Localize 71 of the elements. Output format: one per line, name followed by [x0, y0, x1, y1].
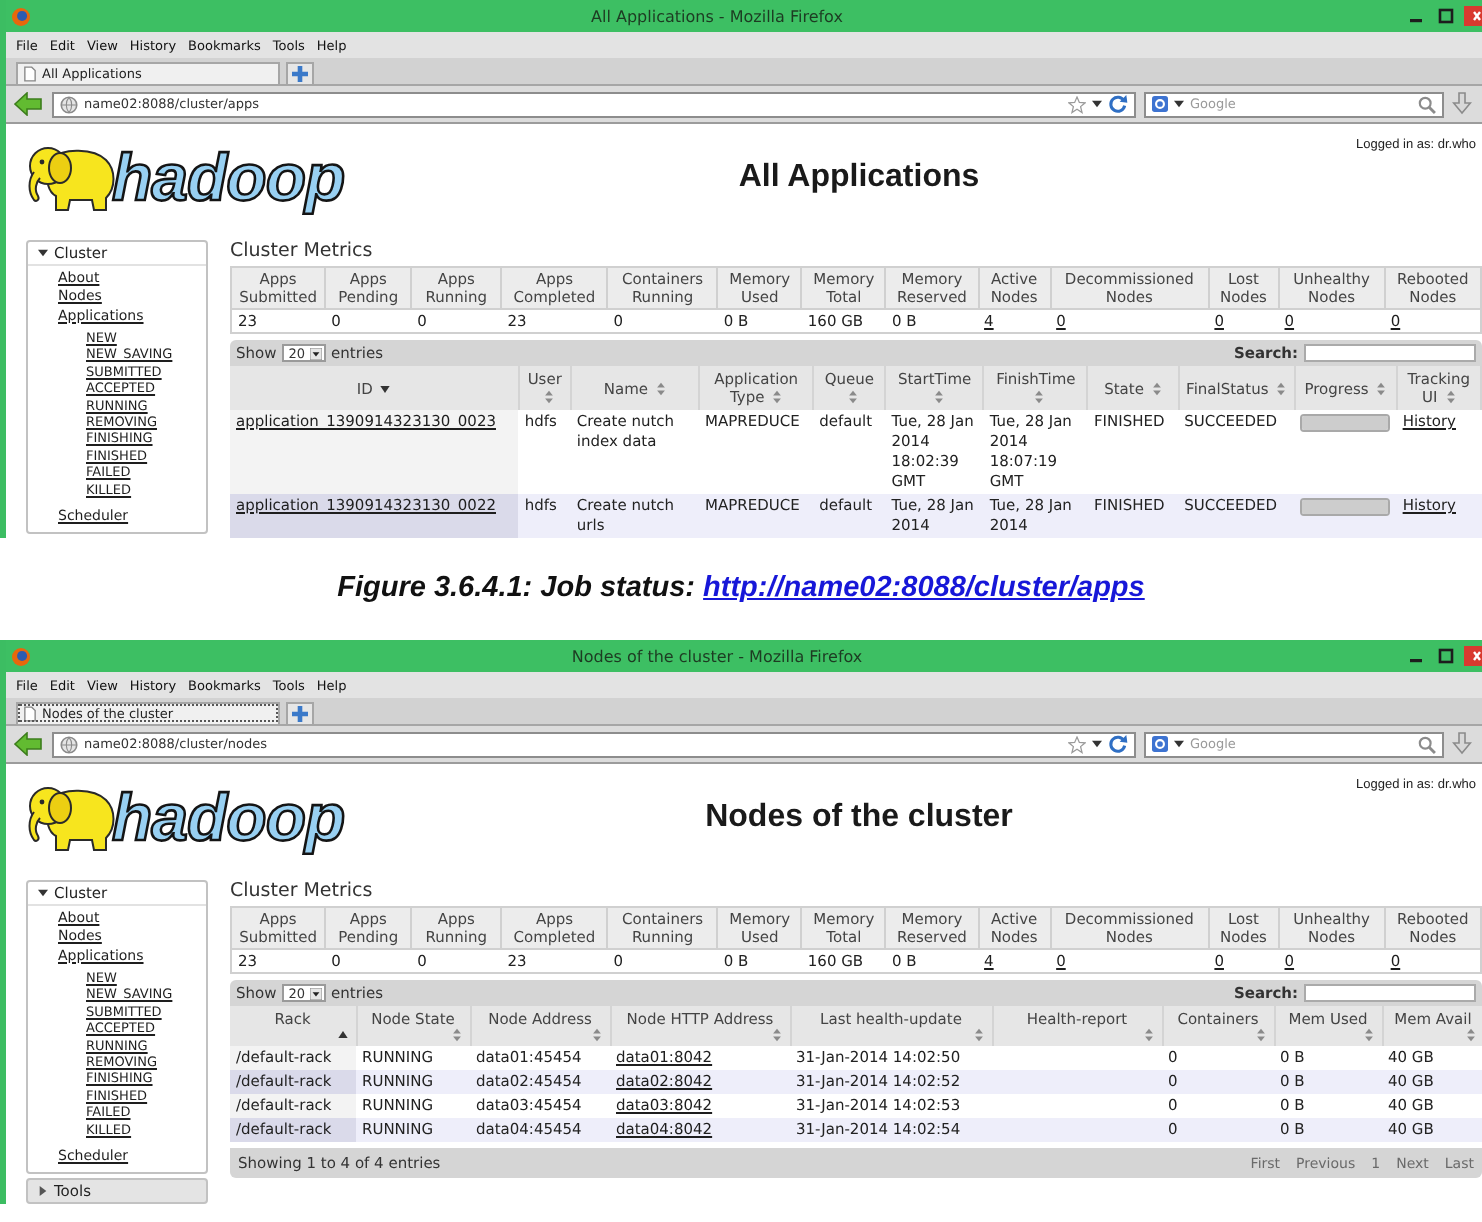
- sort-icon: [1363, 1028, 1373, 1042]
- sort-icon: [1276, 381, 1287, 396]
- sort-icon: [543, 390, 554, 405]
- search-icon[interactable]: [1418, 735, 1436, 753]
- page-icon: [24, 66, 36, 82]
- caret-icon: [309, 987, 322, 999]
- window-title: Nodes of the cluster - Mozilla Firefox: [569, 647, 865, 665]
- search-engine-icon[interactable]: [1152, 736, 1168, 752]
- download-button[interactable]: [1452, 730, 1476, 758]
- star-icon[interactable]: [1068, 95, 1086, 113]
- sort-icon: [973, 1028, 983, 1042]
- sort-icon: [1151, 381, 1162, 396]
- sort-descending-icon: [380, 381, 391, 396]
- circular-arrow-icon[interactable]: [1108, 734, 1128, 754]
- sort-icon: [1255, 1028, 1265, 1042]
- sort-icon: [771, 1028, 781, 1042]
- down-arrow-icon: [1452, 732, 1472, 756]
- page-heading: Nodes of the cluster: [703, 799, 1015, 835]
- new-tab-button[interactable]: [286, 702, 314, 724]
- sort-icon: [451, 1028, 461, 1042]
- caret-icon: [309, 347, 322, 359]
- search-engine-icon[interactable]: [1152, 96, 1168, 112]
- caret-right-icon: [38, 1186, 48, 1197]
- left-arrow-icon: [14, 92, 42, 116]
- sort-icon: [848, 390, 859, 405]
- page-icon: [24, 706, 36, 722]
- sort-icon: [1376, 381, 1387, 396]
- globe-icon: [60, 735, 78, 753]
- down-arrow-icon: [1452, 92, 1472, 116]
- caret-icon[interactable]: [1174, 740, 1184, 748]
- globe-icon: [60, 95, 78, 113]
- table-search-field[interactable]: [1304, 344, 1476, 362]
- table-search-field[interactable]: [1304, 984, 1476, 1002]
- left-arrow-icon: [14, 732, 42, 756]
- close-button[interactable]: [1464, 646, 1482, 666]
- section-title: Cluster Metrics: [230, 240, 375, 264]
- caret-down-icon: [38, 888, 48, 898]
- caret-icon[interactable]: [1092, 740, 1102, 748]
- caret-down-icon: [38, 248, 48, 258]
- browser-logo-icon: [12, 7, 30, 25]
- sort-icon: [933, 390, 944, 405]
- logo-text: hadoop: [112, 144, 345, 210]
- sort-icon: [1143, 1028, 1153, 1042]
- maximize-button[interactable]: [1434, 6, 1458, 26]
- caption-link[interactable]: http://name02:8088/cluster/apps: [703, 572, 1145, 604]
- star-icon[interactable]: [1068, 735, 1086, 753]
- plus-icon: [292, 706, 308, 722]
- new-tab-button[interactable]: [286, 62, 314, 84]
- browser-logo-icon: [12, 647, 30, 665]
- sort-icon: [656, 381, 667, 396]
- sort-icon: [1445, 390, 1456, 405]
- page-heading: All Applications: [736, 159, 982, 195]
- section-title: Cluster Metrics: [230, 880, 375, 904]
- maximize-button[interactable]: [1434, 646, 1458, 666]
- caret-icon[interactable]: [1092, 100, 1102, 108]
- logo-text: hadoop: [112, 784, 345, 850]
- figure-caption: Figure 3.6.4.1: Job status: http://name02:8088/cluster/apps: [335, 570, 1147, 608]
- sort-icon: [1465, 1028, 1475, 1042]
- sort-icon: [1034, 390, 1045, 405]
- circular-arrow-icon[interactable]: [1108, 94, 1128, 114]
- plus-icon: [292, 66, 308, 82]
- close-button[interactable]: [1464, 6, 1482, 26]
- sort-ascending-icon: [337, 1028, 347, 1042]
- back-button[interactable]: [14, 731, 44, 757]
- back-button[interactable]: [14, 91, 44, 117]
- search-icon[interactable]: [1418, 95, 1436, 113]
- sort-icon: [591, 1028, 601, 1042]
- caret-icon[interactable]: [1174, 100, 1184, 108]
- download-button[interactable]: [1452, 90, 1476, 118]
- window-title: All Applications - Mozilla Firefox: [589, 7, 845, 25]
- sort-icon: [772, 390, 783, 405]
